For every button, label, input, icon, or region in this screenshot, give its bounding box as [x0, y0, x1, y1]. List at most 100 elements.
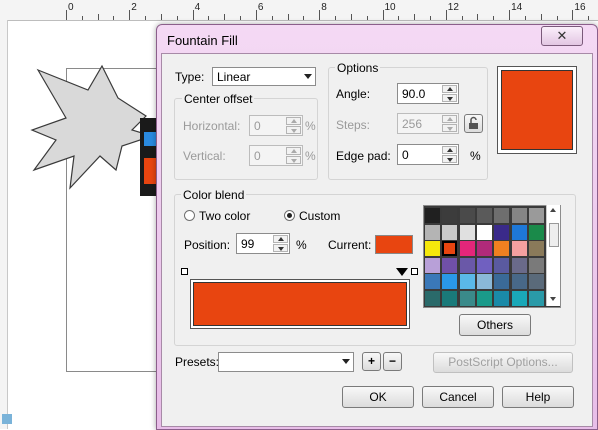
palette-swatch[interactable] [425, 224, 440, 240]
center-offset-title: Center offset [182, 92, 255, 106]
palette-swatch[interactable] [494, 224, 510, 240]
vertical-up-icon[interactable] [286, 147, 301, 155]
palette-swatch[interactable] [511, 224, 527, 240]
horizontal-up-icon[interactable] [286, 117, 301, 125]
two-color-label[interactable]: Two color [199, 209, 250, 223]
palette-swatch[interactable] [528, 208, 544, 223]
ruler-major-tick [255, 10, 257, 20]
palette-swatch[interactable] [442, 241, 458, 256]
palette-swatch[interactable] [511, 208, 527, 223]
ruler-minor-tick [461, 16, 463, 20]
scroll-down-icon[interactable] [550, 297, 556, 301]
palette-swatch[interactable] [442, 290, 458, 306]
palette-swatch[interactable] [425, 290, 440, 306]
palette-swatch[interactable] [494, 257, 510, 273]
type-dropdown[interactable]: Linear [212, 67, 316, 86]
palette-swatch[interactable] [459, 224, 475, 240]
angle-value: 90.0 [402, 87, 426, 101]
horizontal-unit: % [305, 119, 316, 133]
steps-spinner[interactable]: 256 [397, 113, 459, 134]
angle-up-icon[interactable] [442, 85, 457, 93]
palette-swatch[interactable] [476, 241, 492, 256]
ruler-label: 8 [321, 2, 327, 13]
palette-swatch[interactable] [528, 224, 544, 240]
horizontal-offset-spinner[interactable]: 0 [249, 115, 303, 136]
edge-pad-down-icon[interactable] [442, 155, 457, 163]
postscript-options-button[interactable]: PostScript Options... [433, 352, 573, 373]
palette-swatch[interactable] [442, 257, 458, 273]
custom-radio[interactable] [284, 210, 295, 221]
horizontal-down-icon[interactable] [286, 126, 301, 134]
scroll-thumb[interactable] [549, 223, 559, 247]
ruler-minor-tick [556, 16, 558, 20]
palette-swatch[interactable] [425, 274, 440, 289]
palette-swatch[interactable] [494, 290, 510, 306]
two-color-radio[interactable] [184, 210, 195, 221]
vertical-down-icon[interactable] [286, 156, 301, 164]
palette-swatch[interactable] [528, 290, 544, 306]
palette-swatch[interactable] [425, 241, 440, 256]
palette-swatch[interactable] [459, 257, 475, 273]
palette-swatch[interactable] [476, 224, 492, 240]
steps-down-icon[interactable] [442, 124, 457, 132]
palette-swatch[interactable] [476, 274, 492, 289]
angle-spinner[interactable]: 90.0 [397, 83, 459, 104]
palette-swatch[interactable] [528, 257, 544, 273]
palette-swatch[interactable] [494, 208, 510, 223]
presets-dropdown[interactable] [218, 352, 354, 372]
steps-lock-button[interactable] [464, 114, 483, 133]
palette-swatch[interactable] [476, 208, 492, 223]
ok-button[interactable]: OK [342, 386, 414, 408]
position-spinner[interactable]: 99 [236, 233, 290, 254]
palette-swatch[interactable] [442, 274, 458, 289]
palette-swatch[interactable] [494, 241, 510, 256]
angle-down-icon[interactable] [442, 94, 457, 102]
cancel-button[interactable]: Cancel [422, 386, 494, 408]
position-label: Position: [184, 238, 231, 252]
help-button[interactable]: Help [502, 386, 574, 408]
palette-swatch[interactable] [511, 290, 527, 306]
vertical-label: Vertical: [183, 149, 226, 163]
palette-swatch[interactable] [528, 274, 544, 289]
ruler-minor-tick [208, 16, 210, 20]
palette-swatch[interactable] [476, 290, 492, 306]
ruler-minor-tick [176, 16, 178, 20]
palette-swatch[interactable] [442, 208, 458, 223]
palette-swatch[interactable] [511, 257, 527, 273]
color-stop-marker-icon[interactable] [396, 268, 408, 276]
palette-swatch[interactable] [459, 290, 475, 306]
gradient-strip[interactable] [193, 282, 407, 326]
palette-swatch[interactable] [459, 208, 475, 223]
edge-pad-up-icon[interactable] [442, 146, 457, 154]
palette-swatch[interactable] [511, 241, 527, 256]
remove-preset-button[interactable]: − [383, 352, 402, 371]
palette-swatch[interactable] [425, 257, 440, 273]
palette-scrollbar[interactable] [546, 205, 560, 306]
gradient-end-marker[interactable] [411, 268, 418, 275]
palette-swatch[interactable] [511, 274, 527, 289]
vertical-offset-spinner[interactable]: 0 [249, 145, 303, 166]
edge-pad-spinner[interactable]: 0 [397, 144, 459, 165]
ruler-minor-tick [477, 14, 479, 20]
palette-swatch[interactable] [494, 274, 510, 289]
palette-swatch[interactable] [442, 224, 458, 240]
ruler-major-tick [129, 10, 131, 20]
palette-swatch[interactable] [476, 257, 492, 273]
scroll-up-icon[interactable] [550, 208, 556, 212]
gradient-start-marker[interactable] [181, 268, 188, 275]
others-button[interactable]: Others [459, 314, 531, 336]
palette-swatch[interactable] [459, 241, 475, 256]
color-palette[interactable] [423, 205, 561, 308]
ruler-major-tick [445, 10, 447, 20]
current-color-swatch[interactable] [375, 235, 413, 254]
gradient-strip-frame [190, 279, 410, 329]
palette-swatch[interactable] [459, 274, 475, 289]
palette-swatch[interactable] [425, 208, 440, 223]
add-preset-button[interactable]: + [362, 352, 381, 371]
custom-label[interactable]: Custom [299, 209, 340, 223]
close-button[interactable]: ✕ [541, 26, 583, 46]
position-up-icon[interactable] [273, 235, 288, 243]
palette-swatch[interactable] [528, 241, 544, 256]
steps-up-icon[interactable] [442, 115, 457, 123]
position-down-icon[interactable] [273, 244, 288, 252]
